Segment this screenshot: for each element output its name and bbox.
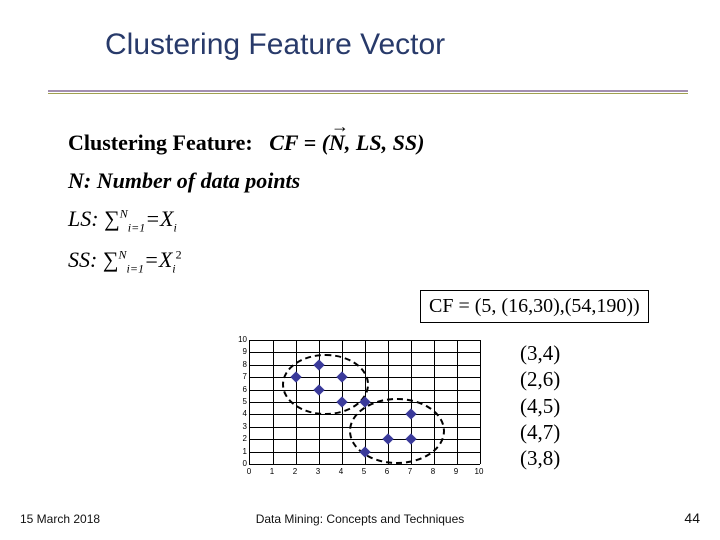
point-4: (4,7)	[520, 419, 560, 445]
scatter-chart: 012345678910012345678910	[235, 340, 483, 476]
cf-label: Clustering Feature:	[68, 130, 253, 155]
sigma-icon: ∑	[103, 247, 119, 272]
slide-title: Clustering Feature Vector	[105, 28, 445, 62]
ls-formula: LS: ∑Ni=1=Xi	[68, 206, 658, 235]
x-tick-label: 10	[475, 467, 484, 476]
footer-page-number: 44	[684, 510, 700, 526]
y-tick-label: 1	[235, 447, 247, 456]
ss-label: SS:	[68, 247, 97, 272]
y-tick-label: 6	[235, 385, 247, 394]
y-tick-label: 3	[235, 422, 247, 431]
y-tick-label: 2	[235, 434, 247, 443]
slide-body: Clustering Feature: CF = (N, LS, SS) → N…	[68, 130, 658, 289]
slide: Clustering Feature Vector Clustering Fea…	[0, 0, 720, 540]
footer-title: Data Mining: Concepts and Techniques	[0, 512, 720, 526]
cluster-ellipse	[282, 354, 369, 415]
y-tick-label: 8	[235, 360, 247, 369]
x-tick-label: 1	[270, 467, 274, 476]
cf-example-box: CF = (5, (16,30),(54,190))	[420, 290, 649, 323]
y-tick-label: 4	[235, 409, 247, 418]
x-tick-label: 8	[431, 467, 435, 476]
point-2: (2,6)	[520, 366, 560, 392]
y-tick-label: 5	[235, 397, 247, 406]
y-tick-label: 7	[235, 372, 247, 381]
title-rule	[48, 90, 688, 94]
x-tick-label: 3	[316, 467, 320, 476]
vector-arrow-icon: →	[331, 116, 349, 137]
x-tick-label: 9	[454, 467, 458, 476]
y-tick-label: 0	[235, 459, 247, 468]
y-tick-label: 9	[235, 347, 247, 356]
x-tick-label: 7	[408, 467, 412, 476]
x-tick-label: 0	[247, 467, 251, 476]
x-tick-label: 4	[339, 467, 343, 476]
ls-label: LS:	[68, 206, 99, 231]
x-tick-label: 6	[385, 467, 389, 476]
n-definition: N: Number of data points	[68, 168, 300, 193]
point-5: (3,8)	[520, 445, 560, 471]
data-points-list: (3,4) (2,6) (4,5) (4,7) (3,8)	[520, 340, 560, 471]
ss-formula: SS: ∑Ni=1=Xi2	[68, 247, 658, 276]
x-tick-label: 5	[362, 467, 366, 476]
x-tick-label: 2	[293, 467, 297, 476]
point-3: (4,5)	[520, 393, 560, 419]
point-1: (3,4)	[520, 340, 560, 366]
cf-definition-line: Clustering Feature: CF = (N, LS, SS) →	[68, 130, 658, 156]
plot-area	[249, 340, 480, 465]
sigma-icon: ∑	[104, 206, 120, 231]
y-tick-label: 10	[235, 335, 247, 344]
